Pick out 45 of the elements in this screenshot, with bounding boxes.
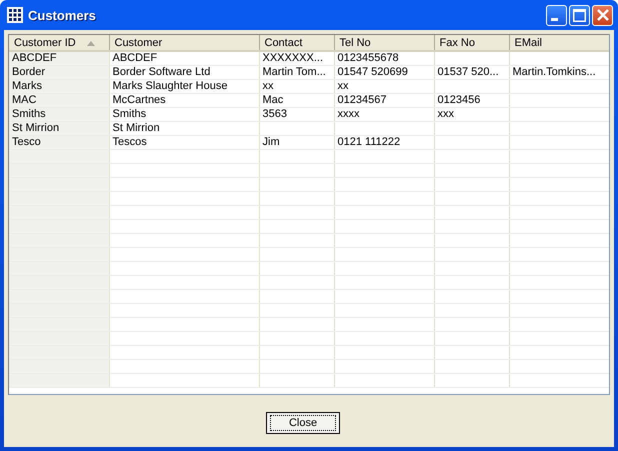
table-cell: xx: [262, 80, 274, 92]
table-cell: xx: [338, 80, 348, 92]
table-cell: 0121 111222: [338, 136, 400, 148]
table-cell: St Mirrion: [12, 122, 60, 134]
table-cell: 01234567: [338, 94, 386, 106]
minimize-icon: [550, 18, 558, 21]
table-cell: Border: [12, 66, 46, 78]
table-cell: Mac: [262, 94, 284, 106]
table-cell: 0123456: [438, 94, 480, 106]
column-header[interactable]: Customer ID: [9, 35, 109, 51]
table-cell: St Mirrion: [112, 122, 160, 134]
maximize-button[interactable]: [569, 4, 590, 26]
close-dialog-button[interactable]: Close: [266, 412, 340, 434]
table-cell: Jim: [262, 136, 280, 148]
table-cell: xxxx: [338, 108, 360, 120]
window-title: Customers: [28, 8, 97, 22]
table-cell: 01537 520...: [438, 66, 499, 78]
table-cell: Smiths: [112, 108, 146, 120]
table-cell: Smiths: [12, 108, 46, 120]
table-cell: Marks: [12, 80, 42, 92]
maximize-icon: [573, 8, 586, 22]
table-cell: 3563: [262, 108, 287, 120]
table-cell: ABCDEF: [112, 52, 158, 64]
close-icon: [596, 9, 608, 21]
table-cell: McCartnes: [112, 94, 166, 106]
close-button[interactable]: [592, 4, 613, 26]
table-cell: Martin Tom...: [262, 66, 326, 78]
column-header[interactable]: Contact: [259, 35, 334, 51]
table-cell: xxx: [438, 108, 454, 120]
column-header[interactable]: Fax No: [434, 35, 509, 51]
table-cell: Tescos: [112, 136, 147, 148]
column-header[interactable]: Customer: [109, 35, 259, 51]
table-cell: XXXXXXX...: [262, 52, 324, 64]
table-cell: Border Software Ltd: [112, 66, 210, 78]
table-cell: 0123455678: [338, 52, 399, 64]
column-header[interactable]: Tel No: [334, 35, 434, 51]
table-cell: Martin.Tomkins...: [512, 66, 596, 78]
minimize-button[interactable]: [546, 4, 567, 26]
table-cell: ABCDEF: [12, 52, 57, 64]
grid-icon: [7, 7, 23, 23]
column-header[interactable]: EMail: [509, 35, 609, 51]
table-cell: MAC: [12, 94, 36, 106]
table-cell: Tesco: [12, 136, 41, 148]
table-cell: 01547 520699: [338, 66, 408, 78]
table-cell: Marks Slaughter House: [112, 80, 228, 92]
